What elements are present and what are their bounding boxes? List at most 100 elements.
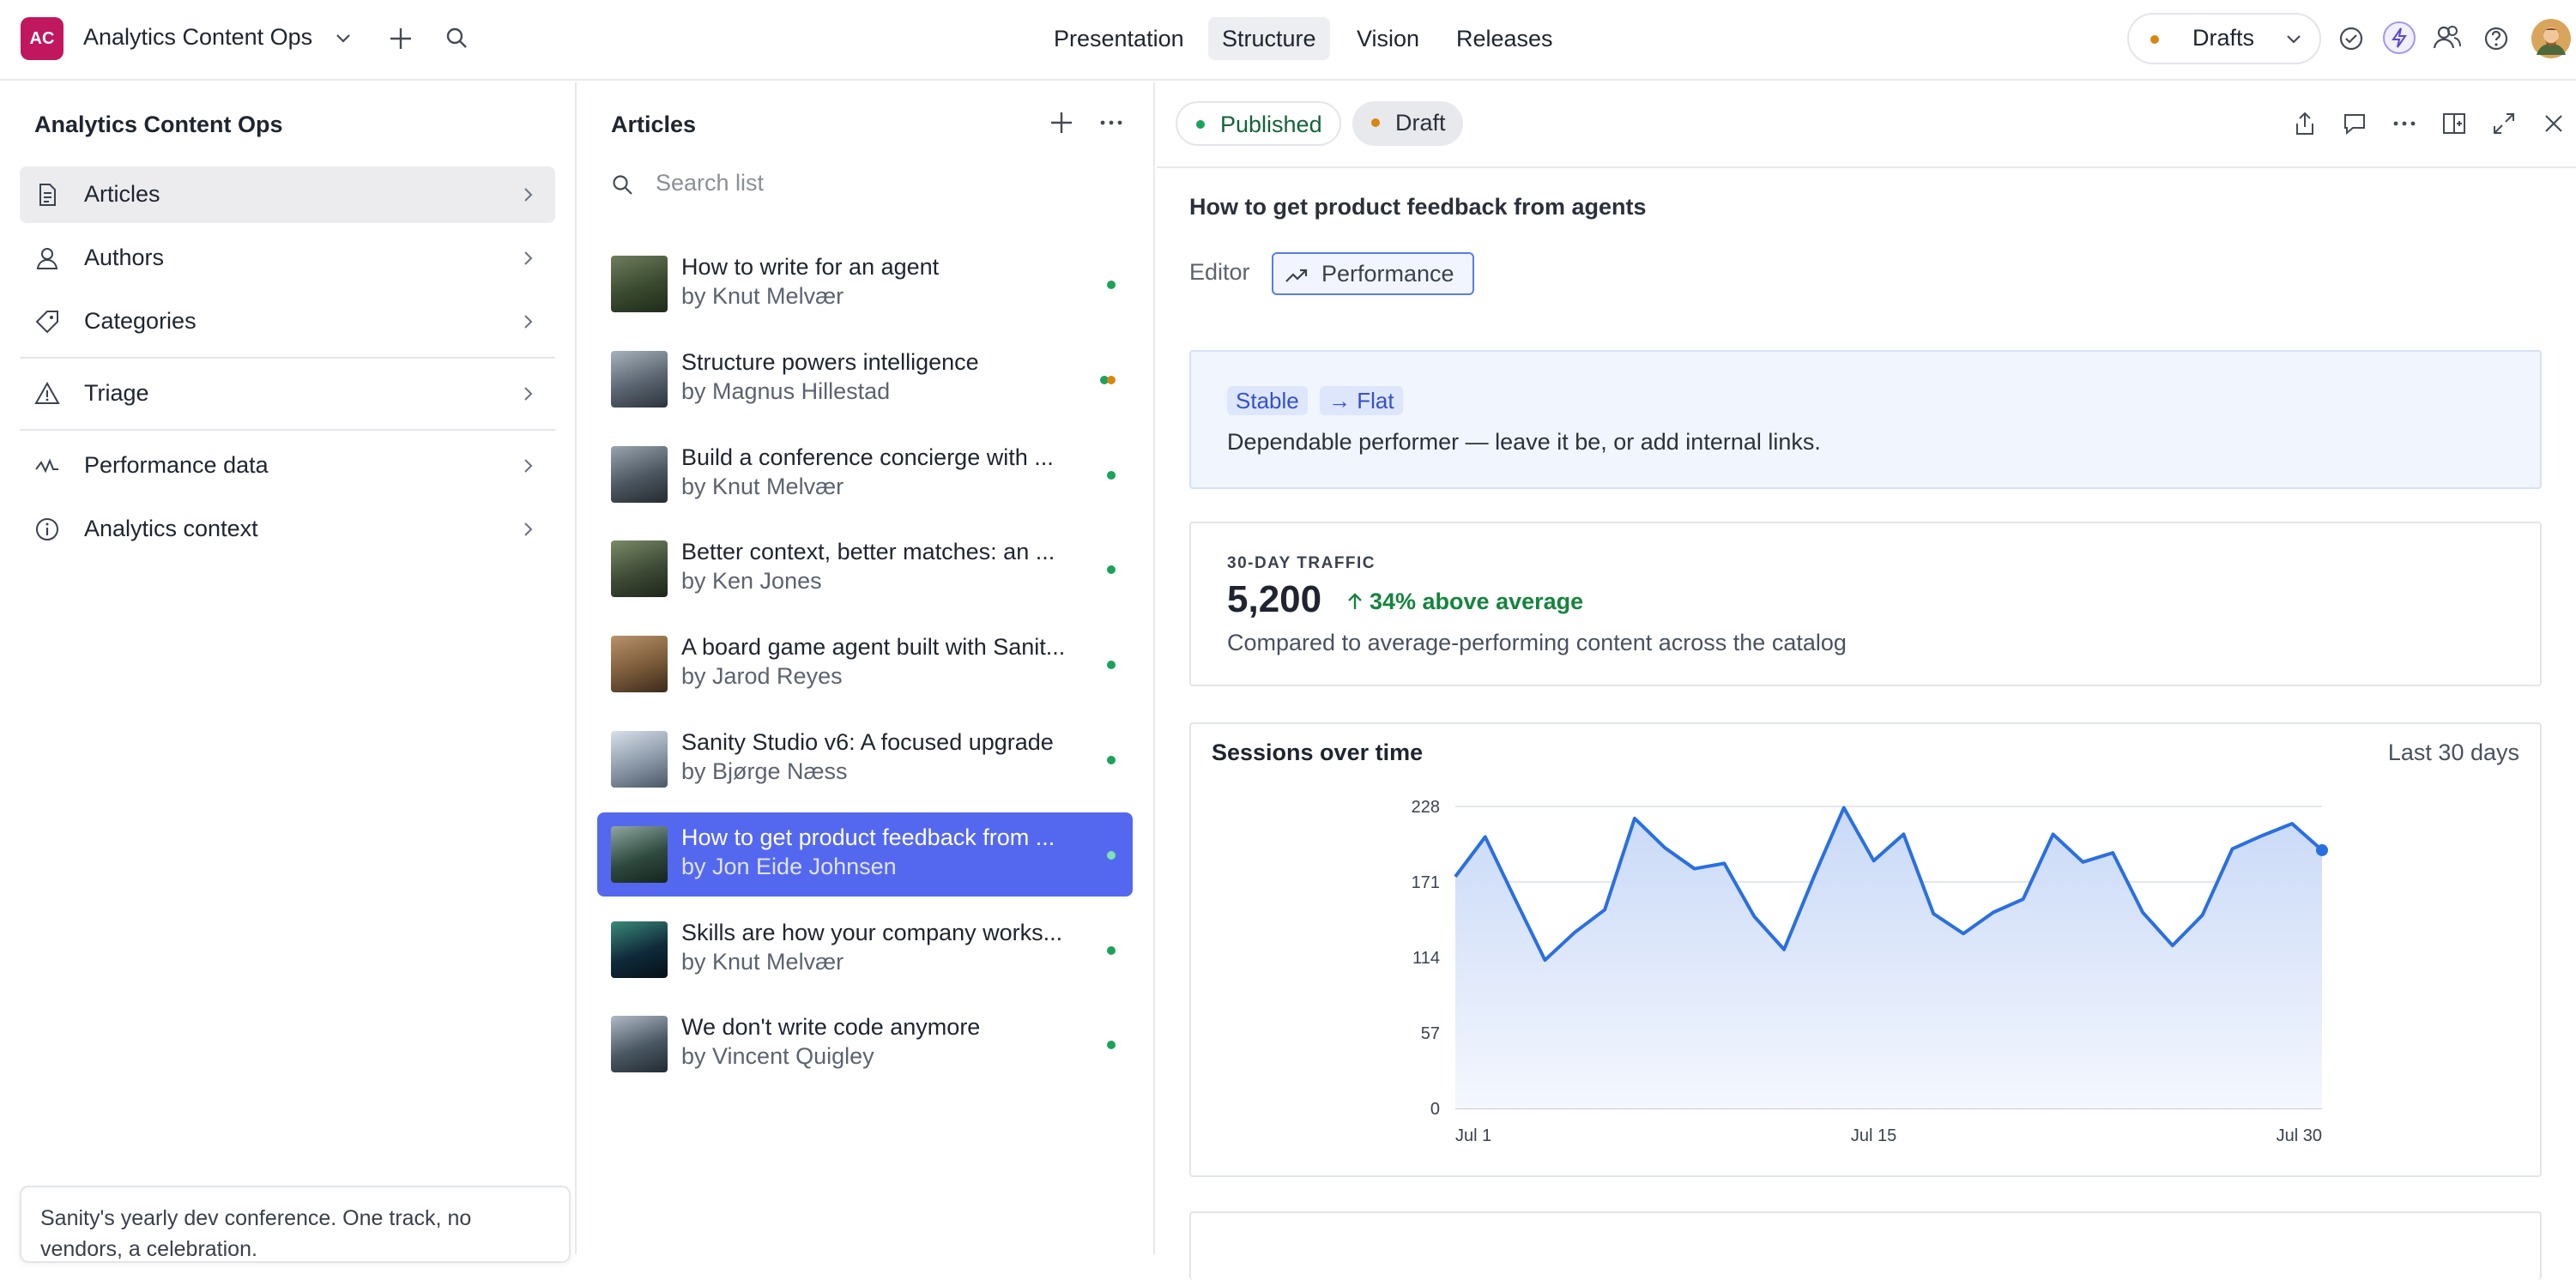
tab-structure[interactable]: Structure xyxy=(1208,17,1330,60)
tab-releases[interactable]: Releases xyxy=(1442,17,1567,60)
chevron-right-icon xyxy=(519,249,536,268)
trend-tag: → Flat xyxy=(1320,386,1403,415)
draft-pill[interactable]: Draft xyxy=(1352,101,1463,146)
chevron-down-icon[interactable] xyxy=(333,27,354,52)
more-icon[interactable] xyxy=(1097,108,1126,142)
published-status-dot xyxy=(1107,1041,1116,1050)
sidebar-item-performance-data[interactable]: Performance data xyxy=(20,438,555,494)
list-item[interactable]: How to get product feedback from ... by J… xyxy=(597,812,1133,897)
published-status-dot xyxy=(1107,565,1116,575)
tab-performance[interactable]: Performance xyxy=(1272,252,1474,295)
tab-vision[interactable]: Vision xyxy=(1343,17,1433,60)
list-item-title: How to write for an agent xyxy=(681,254,940,280)
sessions-chart: 0 57 114 171 228 Jul 1 Jul 15 Jul 30 xyxy=(1412,798,2328,1145)
x-tick-label: Jul 15 xyxy=(1851,1126,1896,1145)
sidebar-item-label: Performance data xyxy=(84,452,269,478)
search-input[interactable]: Search list xyxy=(609,168,1124,202)
share-icon[interactable] xyxy=(2291,110,2319,137)
tag-icon xyxy=(33,308,61,335)
list-item-author: by Jarod Reyes xyxy=(681,663,843,690)
tab-performance-label: Performance xyxy=(1321,261,1454,287)
traffic-label: 30-DAY TRAFFIC xyxy=(1227,554,1376,572)
divider xyxy=(20,429,555,431)
list-item[interactable]: Better context, better matches: an ... by… xyxy=(597,527,1133,611)
draft-status-dot xyxy=(2150,35,2159,44)
list-item-title: We don't write code anymore xyxy=(681,1014,981,1041)
expand-icon[interactable] xyxy=(2490,110,2518,137)
thumbnail-image xyxy=(611,256,668,312)
list-item-title: Sanity Studio v6: A focused upgrade xyxy=(681,729,1054,755)
toast-text: Sanity's yearly dev conference. One trac… xyxy=(40,1206,472,1261)
split-pane-icon[interactable] xyxy=(2440,110,2468,137)
list-item-author: by Ken Jones xyxy=(681,568,822,595)
published-status-dot xyxy=(1107,281,1116,289)
sidebar-item-label: Categories xyxy=(84,308,197,334)
close-icon[interactable] xyxy=(2540,110,2567,137)
list-item-title: Better context, better matches: an ... xyxy=(681,539,1055,565)
list-item-author: by Knut Melvær xyxy=(681,473,844,499)
chevron-right-icon xyxy=(519,384,536,403)
sidebar-item-label: Authors xyxy=(84,245,165,270)
document-header: Published Draft xyxy=(1157,82,2576,168)
plus-icon[interactable] xyxy=(386,24,415,57)
thumbnail-image xyxy=(611,636,668,693)
lightning-icon[interactable] xyxy=(2382,21,2416,59)
workspace-badge[interactable]: AC xyxy=(21,17,63,60)
more-icon[interactable] xyxy=(2391,110,2418,137)
sidebar-item-categories[interactable]: Categories xyxy=(20,293,555,350)
sidebar-item-articles[interactable]: Articles xyxy=(20,166,555,223)
y-tick-label: 228 xyxy=(1412,798,1440,817)
perspective-select[interactable]: Drafts xyxy=(2127,13,2321,64)
activity-icon xyxy=(33,452,61,480)
y-tick-label: 0 xyxy=(1430,1100,1440,1119)
avatar[interactable] xyxy=(2531,19,2571,63)
list-item[interactable]: Sanity Studio v6: A focused upgrade by Bj… xyxy=(597,717,1133,801)
sidebar-item-label: Articles xyxy=(84,181,160,207)
published-pill[interactable]: Published xyxy=(1176,101,1341,146)
chevron-right-icon xyxy=(519,185,536,204)
x-tick-label: Jul 30 xyxy=(2277,1126,2322,1145)
sidebar-item-triage[interactable]: Triage xyxy=(20,365,555,422)
sessions-chart-card: Sessions over time Last 30 days 0 57 114 17… xyxy=(1189,722,2542,1177)
search-placeholder: Search list xyxy=(656,170,765,196)
list-item[interactable]: Skills are how your company works... by K… xyxy=(597,908,1133,992)
workspace-title[interactable]: Analytics Content Ops xyxy=(83,24,312,51)
list-item-author: by Bjørge Næss xyxy=(681,758,848,784)
x-tick-label: Jul 1 xyxy=(1455,1126,1491,1145)
thumbnail-image xyxy=(611,731,668,788)
user-icon xyxy=(33,245,61,272)
published-status-dot xyxy=(1107,850,1116,860)
list-item-author: by Knut Melvær xyxy=(681,283,844,309)
toast-notification[interactable]: Sanity's yearly dev conference. One trac… xyxy=(20,1186,571,1263)
tab-presentation[interactable]: Presentation xyxy=(1040,17,1198,60)
comment-icon[interactable] xyxy=(2341,110,2368,137)
pill-label: Published xyxy=(1220,112,1322,137)
checkmark-circle-icon[interactable] xyxy=(2337,24,2366,57)
traffic-delta-text: 34% above average xyxy=(1370,589,1584,614)
published-status-dot xyxy=(1107,756,1116,764)
list-item-title: Build a conference concierge with ... xyxy=(681,444,1054,470)
sidebar-item-authors[interactable]: Authors xyxy=(20,230,555,287)
tab-editor[interactable]: Editor xyxy=(1189,259,1250,286)
sidebar-item-analytics-context[interactable]: Analytics context xyxy=(20,501,555,558)
published-status-dot xyxy=(1107,470,1116,480)
list-item[interactable]: How to write for an agent by Knut Melvær xyxy=(597,242,1133,326)
search-icon[interactable] xyxy=(444,26,470,56)
thumbnail-image xyxy=(611,540,668,598)
list-item[interactable]: We don't write code anymore by Vincent Qu… xyxy=(597,1002,1133,1086)
list-item[interactable]: Build a conference concierge with ... by … xyxy=(597,432,1133,516)
plus-icon[interactable] xyxy=(1047,108,1076,142)
draft-status-dot xyxy=(1107,375,1116,384)
list-item[interactable]: Structure powers intelligence by Magnus H… xyxy=(597,337,1133,421)
thumbnail-image xyxy=(611,350,668,408)
document-pane: Published Draft How to get product feedb… xyxy=(1157,82,2576,1280)
chevron-right-icon xyxy=(519,520,536,539)
y-tick-label: 114 xyxy=(1412,949,1440,968)
list-item[interactable]: A board game agent built with Sanit... by… xyxy=(597,622,1133,706)
chevron-right-icon xyxy=(519,456,536,475)
document-title: How to get product feedback from agents xyxy=(1189,194,1647,220)
users-icon[interactable] xyxy=(2432,22,2463,57)
thumbnail-image xyxy=(611,445,668,503)
help-icon[interactable] xyxy=(2482,24,2511,57)
search-icon xyxy=(611,173,635,202)
